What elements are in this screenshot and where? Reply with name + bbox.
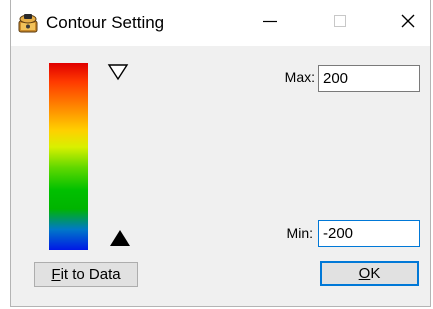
triangle-filled-icon[interactable] (109, 229, 131, 252)
fit-button-label: it to Data (60, 266, 121, 283)
max-field[interactable] (318, 65, 420, 92)
close-button[interactable] (385, 0, 431, 46)
maximize-icon (332, 13, 348, 34)
fit-button-mnemonic: F (51, 266, 61, 283)
max-label: Max: (284, 69, 315, 85)
min-label: Min: (286, 225, 313, 241)
ok-button-mnemonic: O (358, 265, 371, 282)
ok-button-label: K (370, 265, 381, 282)
window-title: Contour Setting (46, 13, 165, 32)
ok-button[interactable]: OK (320, 261, 419, 286)
min-field[interactable] (318, 220, 420, 247)
minimize-icon (262, 13, 278, 34)
contour-setting-dialog: Contour Setting Max: 200 Min: -200 F it … (10, 0, 431, 307)
maximize-button[interactable] (317, 0, 363, 46)
app-icon (17, 13, 39, 33)
close-icon (400, 13, 416, 34)
fit-to-data-button[interactable]: Fit to Data (34, 262, 138, 287)
triangle-outline-icon[interactable] (107, 63, 129, 86)
title-bar[interactable]: Contour Setting (11, 0, 430, 46)
minimize-button[interactable] (247, 0, 293, 46)
color-scale-bar (49, 63, 88, 250)
